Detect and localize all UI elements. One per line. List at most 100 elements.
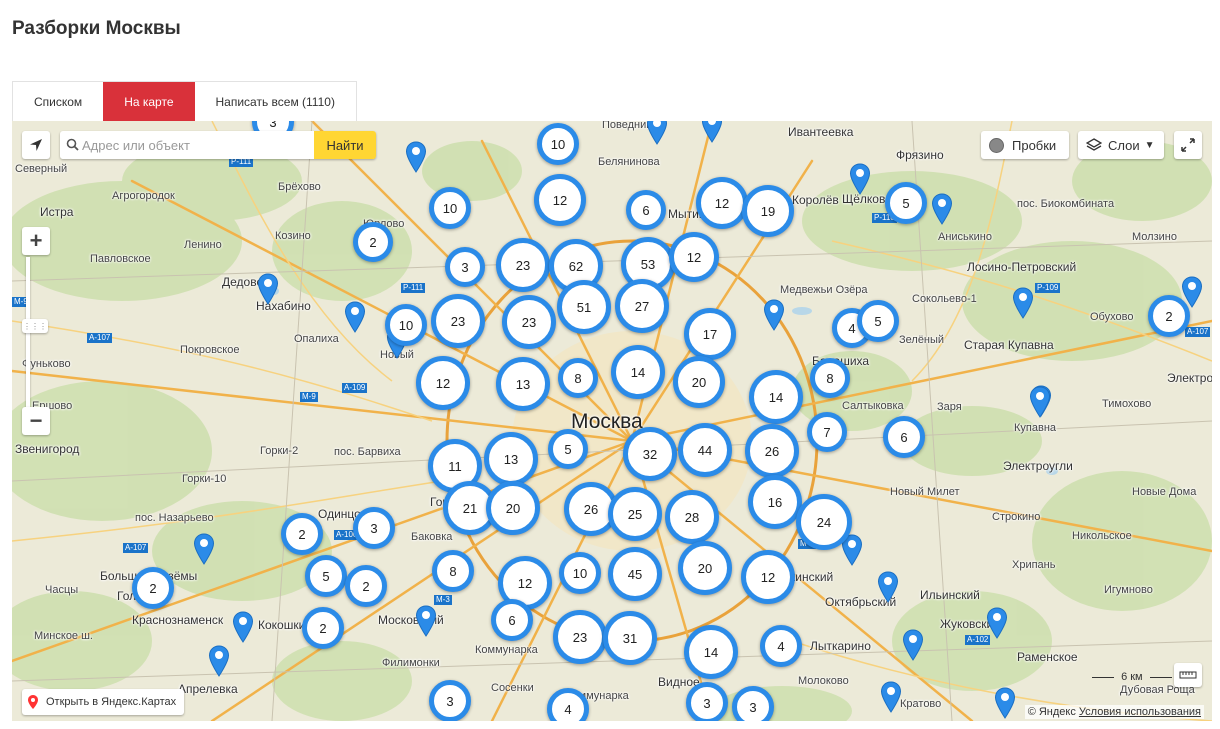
view-tabs: Списком На карте Написать всем (1110) [12, 81, 357, 122]
cluster-marker[interactable]: 2 [345, 565, 387, 607]
location-pin-icon[interactable] [232, 611, 254, 643]
cluster-marker[interactable]: 14 [749, 370, 803, 424]
location-pin-icon[interactable] [877, 571, 899, 603]
fullscreen-button[interactable] [1174, 131, 1202, 159]
cluster-marker[interactable]: 23 [553, 610, 607, 664]
tab-list[interactable]: Списком [13, 82, 103, 122]
cluster-marker[interactable]: 8 [558, 358, 598, 398]
layers-icon [1086, 138, 1102, 151]
location-pin-icon[interactable] [257, 273, 279, 305]
cluster-marker[interactable]: 23 [496, 238, 550, 292]
cluster-marker[interactable]: 6 [883, 416, 925, 458]
location-pin-icon[interactable] [415, 605, 437, 637]
cluster-marker[interactable]: 44 [678, 423, 732, 477]
cluster-marker[interactable]: 12 [741, 550, 795, 604]
cluster-marker[interactable]: 24 [796, 494, 852, 550]
cluster-marker[interactable]: 2 [1148, 295, 1190, 337]
location-pin-icon[interactable] [986, 607, 1008, 639]
cluster-marker[interactable]: 8 [810, 358, 850, 398]
cluster-marker[interactable]: 23 [431, 294, 485, 348]
cluster-marker[interactable]: 6 [491, 599, 533, 641]
location-pin-icon[interactable] [763, 299, 785, 331]
cluster-marker[interactable]: 5 [885, 182, 927, 224]
location-pin-icon[interactable] [193, 533, 215, 565]
cluster-marker[interactable]: 10 [385, 304, 427, 346]
cluster-marker[interactable]: 27 [615, 279, 669, 333]
cluster-marker[interactable]: 3 [732, 686, 774, 721]
cluster-marker[interactable]: 13 [496, 357, 550, 411]
cluster-marker[interactable]: 14 [611, 345, 665, 399]
cluster-marker[interactable]: 26 [745, 424, 799, 478]
location-pin-icon[interactable] [1029, 386, 1051, 418]
ruler-button[interactable] [1174, 663, 1202, 687]
cluster-marker[interactable]: 12 [416, 356, 470, 410]
cluster-marker[interactable]: 3 [429, 680, 471, 721]
cluster-marker[interactable]: 12 [696, 177, 748, 229]
cluster-marker[interactable]: 32 [623, 427, 677, 481]
place-label: Новые Дома [1132, 486, 1197, 498]
location-pin-icon[interactable] [1012, 287, 1034, 319]
cluster-marker[interactable]: 4 [760, 625, 802, 667]
cluster-marker[interactable]: 25 [608, 487, 662, 541]
location-pin-icon[interactable] [405, 141, 427, 173]
place-label: пос. Назарьево [135, 512, 214, 524]
cluster-marker[interactable]: 20 [486, 481, 540, 535]
cluster-marker[interactable]: 3 [445, 247, 485, 287]
cluster-marker[interactable]: 3 [686, 682, 728, 721]
zoom-slider-handle[interactable]: ⋮⋮⋮ [22, 319, 48, 333]
place-label: Салтыковка [842, 400, 904, 412]
tab-map[interactable]: На карте [103, 82, 195, 122]
zoom-in-button[interactable]: + [22, 227, 50, 255]
cluster-marker[interactable]: 7 [807, 412, 847, 452]
cluster-marker[interactable]: 2 [302, 607, 344, 649]
cluster-marker[interactable]: 19 [742, 185, 794, 237]
cluster-marker[interactable]: 5 [305, 555, 347, 597]
cluster-marker[interactable]: 16 [748, 475, 802, 529]
place-label: Агрогородок [112, 190, 175, 202]
cluster-marker[interactable]: 28 [665, 490, 719, 544]
zoom-slider[interactable] [26, 257, 30, 413]
open-in-yandex-link[interactable]: Открыть в Яндекс.Картах [22, 689, 185, 715]
cluster-marker[interactable]: 13 [484, 432, 538, 486]
cluster-marker[interactable]: 31 [603, 611, 657, 665]
location-pin-icon[interactable] [880, 681, 902, 713]
cluster-marker[interactable]: 45 [608, 547, 662, 601]
location-pin-icon[interactable] [344, 301, 366, 333]
cluster-marker[interactable]: 2 [132, 567, 174, 609]
cluster-marker[interactable]: 10 [429, 187, 471, 229]
cluster-marker[interactable]: 20 [673, 356, 725, 408]
cluster-marker[interactable]: 6 [626, 190, 666, 230]
cluster-marker[interactable]: 12 [534, 174, 586, 226]
cluster-marker[interactable]: 20 [678, 541, 732, 595]
terms-link[interactable]: Условия использования [1079, 706, 1201, 718]
search-button[interactable]: Найти [314, 131, 376, 159]
location-pin-icon[interactable] [849, 163, 871, 195]
cluster-marker[interactable]: 51 [557, 280, 611, 334]
cluster-marker[interactable]: 2 [353, 222, 393, 262]
location-pin-icon[interactable] [701, 121, 723, 143]
search-input[interactable] [60, 131, 314, 159]
cluster-marker[interactable]: 8 [432, 550, 474, 592]
cluster-marker[interactable]: 10 [559, 552, 601, 594]
traffic-button[interactable]: Пробки [981, 131, 1069, 159]
zoom-out-button[interactable]: − [22, 407, 50, 435]
cluster-marker[interactable]: 14 [684, 625, 738, 679]
location-pin-icon[interactable] [994, 687, 1016, 719]
cluster-marker[interactable]: 5 [548, 429, 588, 469]
cluster-marker[interactable]: 5 [857, 300, 899, 342]
cluster-marker[interactable]: 23 [502, 295, 556, 349]
location-pin-icon[interactable] [931, 193, 953, 225]
location-pin-icon[interactable] [208, 645, 230, 677]
cluster-marker[interactable]: 3 [353, 507, 395, 549]
cluster-marker[interactable]: 10 [537, 123, 579, 165]
geolocation-button[interactable] [22, 131, 50, 159]
location-pin-icon[interactable] [646, 121, 668, 145]
cluster-marker[interactable]: 12 [669, 232, 719, 282]
tab-write-all[interactable]: Написать всем (1110) [195, 82, 356, 122]
location-pin-icon[interactable] [902, 629, 924, 661]
cluster-marker[interactable]: 17 [684, 308, 736, 360]
cluster-marker[interactable]: 2 [281, 513, 323, 555]
map-canvas[interactable]: Москва Истра Северный Агрогородок Брёхов… [12, 121, 1212, 721]
layers-button[interactable]: Слои ▼ [1078, 131, 1164, 159]
place-label: пос. Барвиха [334, 446, 401, 458]
